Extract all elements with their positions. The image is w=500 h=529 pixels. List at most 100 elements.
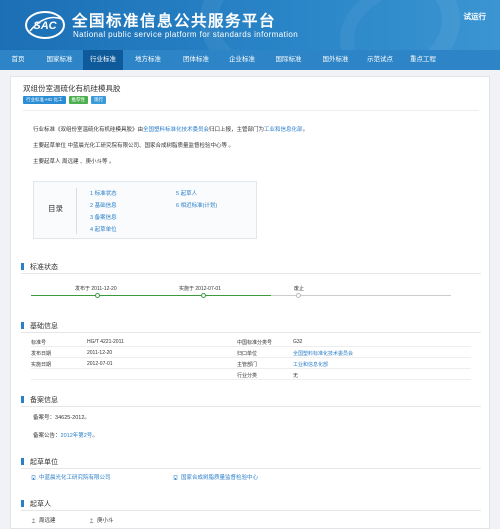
svg-text:SAC: SAC — [33, 20, 57, 32]
section-record-heading: 备案信息 — [21, 395, 58, 405]
info-value: 2011-12-20 — [87, 350, 113, 356]
intro-text: 行业标准《双组份室温硫化有机硅模具胶》由 — [33, 127, 144, 133]
standard-title: 双组份室温硫化有机硅模具胶 — [23, 84, 121, 93]
intro-line-3: 主要起草人 周远建 、庚小斗等 。 — [33, 159, 115, 165]
site-title: 全国标准信息公共服务平台 — [72, 13, 277, 30]
info-value: HG/T 4221-2011 — [87, 339, 124, 345]
info-row: 行业分类 无 — [31, 369, 471, 380]
info-key: 标准号 — [31, 340, 47, 346]
committee-link[interactable]: 全国塑料标准化技术委员会 — [293, 350, 353, 357]
header-decoration — [340, 0, 500, 50]
nav-pilot-demo[interactable]: 示范试点 — [359, 50, 401, 70]
toc-label: 目录 — [48, 204, 63, 213]
section-basic-heading: 基础信息 — [21, 321, 58, 331]
nav-group-standards[interactable]: 团体标准 — [173, 50, 219, 70]
heading-accent — [21, 458, 24, 465]
standard-detail-panel: 双组份室温硫化有机硅模具胶 行业标准-HG 化工 推荐性 现行 行业标准《双组份… — [10, 76, 490, 529]
heading-text: 备案信息 — [30, 397, 58, 404]
section-divider — [21, 273, 481, 274]
standard-badges: 行业标准-HG 化工 推荐性 现行 — [23, 96, 106, 104]
section-divider — [21, 406, 481, 407]
toc-item-basic[interactable]: 2 基础信息 — [90, 201, 117, 209]
building-icon — [31, 475, 36, 480]
info-row: 发布日期 2011-12-20 归口单位 全国塑料标准化技术委员会 — [31, 347, 471, 358]
info-key: 实施日期 — [31, 362, 52, 368]
drafter-name: 周远建 — [39, 518, 56, 524]
toc-item-drafting-units[interactable]: 4 起草单位 — [90, 225, 117, 233]
info-key: 主管部门 — [237, 362, 258, 368]
nav-key-projects[interactable]: 重点工程 — [401, 50, 445, 70]
record-notice: 备案公告：2012年第2号。 — [33, 431, 98, 439]
intro-line-2: 主要起草单位 中蓝晨光化工研究院有限公司、国家合成树脂质量监督检验中心等 。 — [33, 143, 235, 149]
drafter-item: 庚小斗 — [89, 516, 114, 524]
nav-industry-standards[interactable]: 行业标准 — [83, 50, 123, 70]
section-divider — [21, 510, 481, 511]
implement-date: 实施于 2012-07-01 — [179, 286, 221, 292]
section-status-heading: 标准状态 — [21, 262, 58, 272]
person-icon — [31, 518, 36, 523]
publish-date: 发布于 2011-12-20 — [75, 286, 117, 292]
heading-text: 标准状态 — [30, 264, 58, 271]
implement-marker — [201, 293, 206, 298]
site-header: SAC 全国标准信息公共服务平台 National public service… — [0, 0, 500, 50]
section-divider — [21, 332, 481, 333]
info-value: 无 — [293, 373, 299, 379]
ministry-link[interactable]: 工业和信息化部 — [264, 127, 303, 133]
info-value: G32 — [293, 339, 303, 345]
sac-logo[interactable]: SAC — [24, 9, 66, 41]
nav-home[interactable]: 首页 — [0, 50, 36, 70]
record-value: 34625-2012 — [55, 415, 85, 421]
info-key: 中国标准分类号 — [237, 340, 273, 346]
nav-international-standards[interactable]: 国际标准 — [265, 50, 312, 70]
info-key: 归口单位 — [237, 351, 258, 357]
timeline-progress — [31, 295, 271, 296]
info-value: 2012-07-01 — [87, 361, 113, 367]
record-label: 备案号： — [33, 415, 56, 421]
toc-item-similar[interactable]: 6 相近标准(计划) — [176, 201, 217, 209]
nav-enterprise-standards[interactable]: 企业标准 — [219, 50, 265, 70]
divider — [23, 110, 479, 111]
toc-item-drafters[interactable]: 5 起草人 — [176, 189, 197, 197]
heading-text: 基础信息 — [30, 323, 58, 330]
nav-local-standards[interactable]: 地方标准 — [123, 50, 173, 70]
person-icon — [89, 518, 94, 523]
table-of-contents: 目录 1 标准状态 2 基础信息 3 备案信息 4 起草单位 5 起草人 6 相… — [33, 181, 257, 239]
main-nav: 首页 国家标准 行业标准 地方标准 团体标准 企业标准 国际标准 国外标准 示范… — [0, 50, 500, 70]
publish-marker — [95, 293, 100, 298]
committee-link[interactable]: 全国塑料标准化技术委员会 — [143, 127, 209, 133]
intro-line-1: 行业标准《双组份室温硫化有机硅模具胶》由全国塑料标准化技术委员会归口上报，主管部… — [33, 125, 308, 133]
record-punct: 。 — [92, 433, 98, 439]
heading-accent — [21, 322, 24, 329]
abolish-marker — [296, 293, 301, 298]
nav-foreign-standards[interactable]: 国外标准 — [312, 50, 359, 70]
heading-accent — [21, 500, 24, 507]
info-row: 实施日期 2012-07-01 主管部门 工业和信息化部 — [31, 358, 471, 369]
drafter-item: 周远建 — [31, 516, 56, 524]
record-label: 备案公告： — [33, 433, 61, 439]
status-badge: 现行 — [91, 96, 106, 104]
building-icon — [173, 475, 178, 480]
heading-text: 起草单位 — [30, 459, 58, 466]
site-subtitle: National public service platform for sta… — [73, 30, 299, 39]
intro-text: 归口上报，主管部门为 — [209, 127, 265, 133]
nav-national-standards[interactable]: 国家标准 — [36, 50, 83, 70]
drafting-unit-item[interactable]: 中蓝晨光化工研究院有限公司 — [31, 473, 111, 481]
heading-accent — [21, 396, 24, 403]
notice-link[interactable]: 2012年第2号 — [61, 433, 93, 439]
category-badge: 行业标准-HG 化工 — [23, 96, 66, 104]
toc-item-status[interactable]: 1 标准状态 — [90, 189, 117, 197]
heading-accent — [21, 263, 24, 270]
toc-item-record[interactable]: 3 备案信息 — [90, 213, 117, 221]
drafting-unit-name[interactable]: 中蓝晨光化工研究院有限公司 — [39, 475, 111, 481]
info-key: 行业分类 — [237, 373, 258, 379]
toc-separator — [76, 188, 77, 234]
drafting-unit-name[interactable]: 国家合成树脂质量监督检验中心 — [181, 475, 258, 481]
info-key: 发布日期 — [31, 351, 52, 357]
section-drafters-heading: 起草人 — [21, 499, 51, 509]
trial-label: 试运行 — [463, 12, 487, 21]
ministry-link[interactable]: 工业和信息化部 — [293, 361, 328, 368]
heading-text: 起草人 — [30, 501, 51, 508]
info-row: 标准号 HG/T 4221-2011 中国标准分类号 G32 — [31, 336, 471, 347]
record-number: 备案号：34625-2012。 — [33, 413, 90, 421]
drafting-unit-item[interactable]: 国家合成树脂质量监督检验中心 — [173, 473, 258, 481]
